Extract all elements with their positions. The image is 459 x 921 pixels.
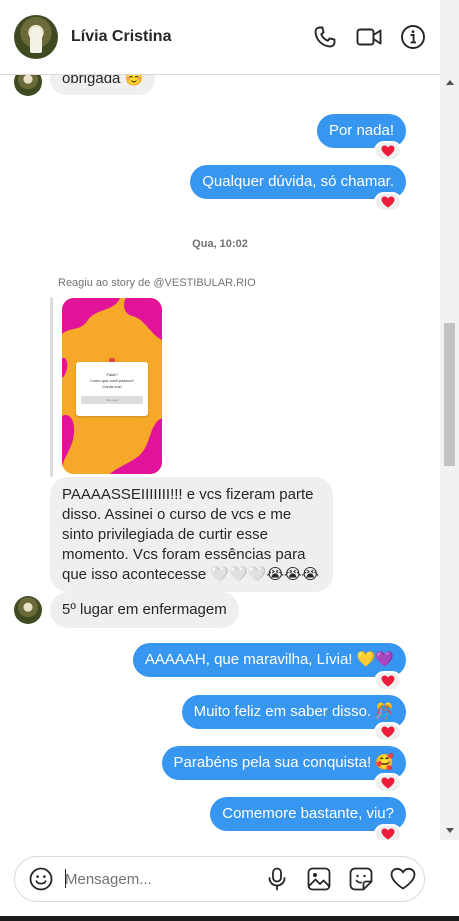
chat-header: Lívia Cristina bbox=[0, 0, 440, 75]
reaction-badge[interactable] bbox=[374, 192, 402, 212]
phone-icon[interactable] bbox=[312, 24, 338, 50]
heart-reaction-icon bbox=[381, 675, 395, 687]
text-cursor bbox=[65, 869, 66, 888]
message-outgoing[interactable]: Parabéns pela sua conquista! 🥰 bbox=[161, 746, 406, 780]
contact-avatar[interactable] bbox=[14, 15, 58, 59]
heart-reaction-icon bbox=[381, 726, 395, 738]
image-icon[interactable] bbox=[306, 866, 332, 892]
story-reply-caption: Reagiu ao story de @VESTIBULAR.RIO bbox=[58, 277, 256, 289]
message-outgoing[interactable]: AAAAAH, que maravilha, Lívia! 💛💜 bbox=[132, 643, 406, 677]
reaction-badge[interactable] bbox=[374, 824, 402, 840]
sender-avatar[interactable] bbox=[14, 596, 42, 624]
info-icon[interactable] bbox=[400, 24, 426, 50]
sender-avatar[interactable] bbox=[14, 75, 42, 96]
scroll-up-arrow-icon[interactable] bbox=[446, 80, 454, 85]
timestamp-divider: Qua, 10:02 bbox=[192, 238, 248, 250]
story-question-box: Fala!!! Como que você passou? Conta nos!… bbox=[76, 362, 148, 416]
sticker-icon[interactable] bbox=[348, 866, 374, 892]
message-composer bbox=[14, 856, 425, 902]
microphone-icon[interactable] bbox=[264, 866, 290, 892]
reaction-badge[interactable] bbox=[374, 671, 402, 691]
message-thread[interactable]: obrigada ☺️ Por nada! Qualquer dúvida, s… bbox=[0, 75, 440, 840]
scroll-down-arrow-icon[interactable] bbox=[446, 828, 454, 833]
heart-reaction-icon bbox=[381, 777, 395, 789]
story-answer-field: Fale aqui bbox=[81, 396, 143, 404]
message-incoming[interactable]: 5º lugar em enfermagem bbox=[50, 592, 239, 628]
reaction-badge[interactable] bbox=[374, 722, 402, 742]
emoji-icon[interactable] bbox=[29, 866, 53, 892]
heart-reaction-icon bbox=[381, 196, 395, 208]
heart-reaction-icon bbox=[381, 828, 395, 840]
scrollbar-thumb[interactable] bbox=[444, 323, 455, 466]
message-outgoing[interactable]: Qualquer dúvida, só chamar. bbox=[190, 165, 406, 199]
contact-name[interactable]: Lívia Cristina bbox=[71, 28, 312, 46]
thread-scrollbar[interactable] bbox=[440, 0, 459, 840]
heart-icon[interactable] bbox=[390, 866, 416, 892]
message-incoming[interactable]: obrigada ☺️ bbox=[50, 75, 156, 95]
message-input[interactable] bbox=[65, 870, 264, 888]
window-bottom-edge bbox=[0, 916, 459, 921]
story-preview[interactable]: Fala!!! Como que você passou? Conta nos!… bbox=[62, 298, 162, 474]
reply-indicator-line bbox=[50, 297, 53, 477]
story-question-text: Conta nos! bbox=[102, 384, 122, 389]
heart-reaction-icon bbox=[381, 145, 395, 157]
reaction-badge[interactable] bbox=[374, 773, 402, 793]
message-incoming[interactable]: PAAAASSEIIIIIII!!! e vcs fizeram parte d… bbox=[50, 477, 333, 592]
video-call-icon[interactable] bbox=[356, 24, 382, 50]
reaction-badge[interactable] bbox=[374, 141, 402, 161]
message-outgoing[interactable]: Muito feliz em saber disso. 🎊 bbox=[181, 695, 406, 729]
